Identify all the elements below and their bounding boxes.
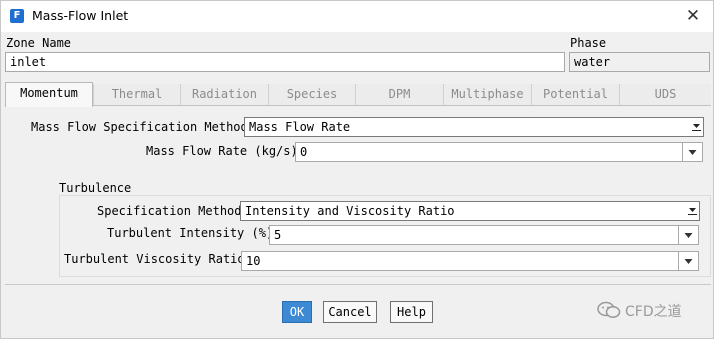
chevron-down-icon xyxy=(684,259,693,264)
tab-multiphase[interactable]: Multiphase xyxy=(443,84,531,106)
turbulent-viscosity-ratio-field[interactable]: 10 xyxy=(241,251,679,271)
window-title: Mass-Flow Inlet xyxy=(32,8,129,23)
dialog-window: F Mass-Flow Inlet ✕ Zone Name inlet Phas… xyxy=(0,0,714,339)
chevron-down-icon xyxy=(692,124,701,131)
zone-name-label: Zone Name xyxy=(6,36,72,50)
turb-spec-method-label: Specification Method xyxy=(97,204,242,218)
help-button[interactable]: Help xyxy=(390,301,433,323)
tab-species[interactable]: Species xyxy=(268,84,355,106)
turbulent-intensity-field[interactable]: 5 xyxy=(269,225,679,245)
watermark-text: CFD之道 xyxy=(625,304,682,320)
close-icon[interactable]: ✕ xyxy=(681,4,705,28)
turbulent-viscosity-ratio-label: Turbulent Viscosity Ratio xyxy=(64,252,245,266)
phase-field: water xyxy=(569,52,710,72)
mass-flow-spec-method-value: Mass Flow Rate xyxy=(249,120,351,134)
tab-dpm[interactable]: DPM xyxy=(355,84,443,106)
tab-thermal[interactable]: Thermal xyxy=(93,84,180,106)
mass-flow-spec-method-label: Mass Flow Specification Method xyxy=(31,120,248,134)
mass-flow-rate-field[interactable]: 0 xyxy=(295,142,683,162)
cancel-button[interactable]: Cancel xyxy=(323,301,377,323)
tab-bar: Momentum Thermal Radiation Species DPM M… xyxy=(5,82,711,107)
phase-label: Phase xyxy=(570,36,607,50)
mass-flow-rate-label: Mass Flow Rate (kg/s) xyxy=(146,144,298,158)
tab-radiation[interactable]: Radiation xyxy=(180,84,268,106)
tab-potential[interactable]: Potential xyxy=(531,84,619,106)
chevron-down-icon xyxy=(688,150,697,155)
mass-flow-rate-dropdown[interactable] xyxy=(683,142,703,162)
footer-separator xyxy=(5,284,711,285)
mass-flow-spec-method-select[interactable]: Mass Flow Rate xyxy=(244,117,704,137)
zone-name-field[interactable]: inlet xyxy=(5,52,565,72)
turbulent-intensity-dropdown[interactable] xyxy=(679,225,699,245)
turb-spec-method-select[interactable]: Intensity and Viscosity Ratio xyxy=(240,201,700,221)
turbulent-viscosity-ratio-dropdown[interactable] xyxy=(679,251,699,271)
wechat-icon xyxy=(597,301,621,318)
turbulence-group-label: Turbulence xyxy=(59,181,132,195)
turb-spec-method-value: Intensity and Viscosity Ratio xyxy=(245,204,455,218)
tab-momentum[interactable]: Momentum xyxy=(5,82,93,107)
tab-uds[interactable]: UDS xyxy=(619,84,711,106)
chevron-down-icon xyxy=(684,233,693,238)
ok-button[interactable]: OK xyxy=(282,301,312,323)
fluent-app-icon: F xyxy=(10,9,24,23)
turbulent-intensity-label: Turbulent Intensity (%) xyxy=(107,226,274,240)
title-bar[interactable]: F Mass-Flow Inlet ✕ xyxy=(1,1,713,32)
chevron-down-icon xyxy=(688,208,697,215)
